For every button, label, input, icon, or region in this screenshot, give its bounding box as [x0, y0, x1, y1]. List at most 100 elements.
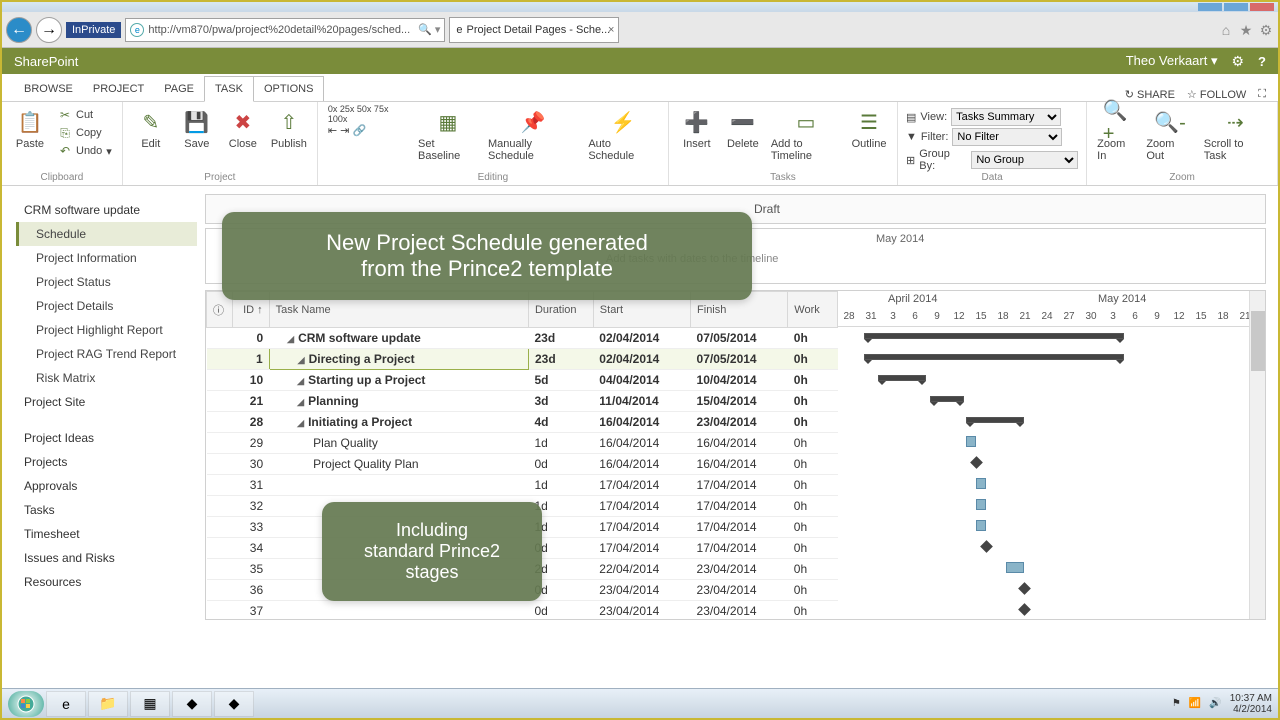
nav-highlight-report[interactable]: Project Highlight Report [16, 318, 197, 342]
taskbar-app2[interactable]: ◆ [172, 691, 212, 717]
tab-task[interactable]: TASK [204, 76, 254, 102]
gantt-day: 12 [1168, 311, 1190, 322]
tray-network-icon[interactable]: 📶 [1189, 698, 1201, 709]
copy-button[interactable]: ⎘Copy [56, 124, 114, 142]
tab-browse[interactable]: BROWSE [14, 77, 83, 101]
gantt-day: 12 [948, 311, 970, 322]
tray-sound-icon[interactable]: 🔊 [1209, 698, 1221, 709]
gantt-chart[interactable]: April 2014 May 2014 28313691215182124273… [838, 291, 1265, 619]
zoom-out-button[interactable]: 🔍-Zoom Out [1144, 106, 1195, 172]
nav-project-info[interactable]: Project Information [16, 246, 197, 270]
paste-button[interactable]: 📋Paste [10, 106, 50, 172]
maximize-button[interactable] [1224, 3, 1248, 11]
nav-timesheet[interactable]: Timesheet [16, 522, 197, 546]
nav-approvals[interactable]: Approvals [16, 474, 197, 498]
nav-schedule[interactable]: Schedule [16, 222, 197, 246]
gantt-day: 21 [1014, 311, 1036, 322]
table-row[interactable]: 28◢Initiating a Project4d16/04/201423/04… [207, 412, 838, 433]
save-button[interactable]: 💾Save [177, 106, 217, 172]
gantt-milestone [1018, 582, 1031, 595]
user-menu[interactable]: Theo Verkaart ▾ [1126, 53, 1218, 69]
baseline-button[interactable]: ▦Set Baseline [416, 106, 480, 172]
tab-project[interactable]: PROJECT [83, 77, 154, 101]
taskbar-app3[interactable]: ◆ [214, 691, 254, 717]
col-work[interactable]: Work [788, 292, 838, 328]
favorites-icon[interactable]: ★ [1238, 22, 1254, 38]
pct-buttons[interactable]: 0x 25x 50x 75x 100x [326, 106, 410, 122]
nav-project-ideas[interactable]: Project Ideas [16, 426, 197, 450]
undo-button[interactable]: ↶Undo ▾ [56, 142, 114, 160]
tools-icon[interactable]: ⚙ [1258, 22, 1274, 38]
nav-project-site[interactable]: Project Site [16, 390, 197, 414]
nav-risk-matrix[interactable]: Risk Matrix [16, 366, 197, 390]
start-button[interactable] [8, 691, 44, 717]
group-select[interactable]: No Group [971, 151, 1078, 169]
gantt-day: 27 [1058, 311, 1080, 322]
auto-button[interactable]: ⚡Auto Schedule [586, 106, 660, 172]
table-row[interactable]: 29Plan Quality1d16/04/201416/04/20140h [207, 433, 838, 454]
nav-rag-report[interactable]: Project RAG Trend Report [16, 342, 197, 366]
url-input[interactable]: e http://vm870/pwa/project%20detail%20pa… [125, 18, 445, 42]
table-row[interactable]: 311d17/04/201417/04/20140h [207, 475, 838, 496]
group-label: Zoom [1095, 172, 1269, 183]
view-select[interactable]: Tasks Summary [951, 108, 1061, 126]
settings-gear-icon[interactable]: ⚙ [1231, 53, 1244, 70]
gantt-milestone [970, 456, 983, 469]
tray-flag-icon[interactable]: ⚑ [1172, 698, 1181, 709]
sync-icon[interactable]: ↻ SHARE [1125, 88, 1175, 101]
delete-button[interactable]: ➖Delete [723, 106, 763, 172]
taskbar-explorer[interactable]: 📁 [88, 691, 128, 717]
suite-bar: SharePoint Theo Verkaart ▾ ⚙ ? [2, 48, 1278, 74]
taskbar-app[interactable]: ▦ [130, 691, 170, 717]
gantt-scrollbar[interactable] [1249, 291, 1265, 619]
gantt-day: 3 [1102, 311, 1124, 322]
table-row[interactable]: 21◢Planning3d11/04/201415/04/20140h [207, 391, 838, 412]
callout-banner: New Project Schedule generatedfrom the P… [222, 212, 752, 300]
insert-button[interactable]: ➕Insert [677, 106, 717, 172]
home-icon[interactable]: ⌂ [1218, 22, 1234, 38]
close-window-button[interactable] [1250, 3, 1274, 11]
browser-tab[interactable]: e Project Detail Pages - Sche... × [449, 17, 619, 43]
nav-issues-risks[interactable]: Issues and Risks [16, 546, 197, 570]
indent-buttons[interactable]: ⇤ ⇥ 🔗 [326, 122, 410, 138]
outline-button[interactable]: ☰Outline [849, 106, 889, 172]
nav-projects[interactable]: Projects [16, 450, 197, 474]
filter-select[interactable]: No Filter [952, 128, 1062, 146]
follow-star-icon[interactable]: ☆ FOLLOW [1187, 88, 1246, 101]
back-button[interactable]: ← [6, 17, 32, 43]
nav-resources[interactable]: Resources [16, 570, 197, 594]
tab-options[interactable]: OPTIONS [254, 76, 325, 101]
help-icon[interactable]: ? [1258, 54, 1266, 69]
tab-page[interactable]: PAGE [154, 77, 204, 101]
taskbar-ie[interactable]: e [46, 691, 86, 717]
table-row[interactable]: 370d23/04/201423/04/20140h [207, 601, 838, 620]
table-row[interactable]: 10◢Starting up a Project5d04/04/201410/0… [207, 370, 838, 391]
nav-project-status[interactable]: Project Status [16, 270, 197, 294]
scroll-task-button[interactable]: ⇢Scroll to Task [1202, 106, 1269, 172]
close-button[interactable]: ✖Close [223, 106, 263, 172]
search-dropdown-icon[interactable]: 🔍 ▾ [418, 23, 440, 36]
close-tab-icon[interactable]: × [608, 24, 614, 36]
nav-project-details[interactable]: Project Details [16, 294, 197, 318]
table-row[interactable]: 30Project Quality Plan0d16/04/201416/04/… [207, 454, 838, 475]
edit-button[interactable]: ✎Edit [131, 106, 171, 172]
minimize-button[interactable] [1198, 3, 1222, 11]
fullscreen-icon[interactable]: ⛶ [1258, 88, 1266, 101]
manual-button[interactable]: 📌Manually Schedule [486, 106, 580, 172]
table-row[interactable]: 1◢Directing a Project23d02/04/201407/05/… [207, 349, 838, 370]
gantt-month: April 2014 [888, 293, 938, 305]
forward-button[interactable]: → [36, 17, 62, 43]
gantt-day: 31 [860, 311, 882, 322]
publish-button[interactable]: ⇧Publish [269, 106, 309, 172]
cut-button[interactable]: ✂Cut [56, 106, 114, 124]
timeline-button[interactable]: ▭Add to Timeline [769, 106, 843, 172]
gantt-bar [976, 520, 986, 531]
nav-project-name[interactable]: CRM software update [16, 198, 197, 222]
tray-clock[interactable]: 10:37 AM4/2/2014 [1230, 693, 1272, 715]
gantt-day: 9 [926, 311, 948, 322]
zoom-in-button[interactable]: 🔍+Zoom In [1095, 106, 1138, 172]
nav-tasks[interactable]: Tasks [16, 498, 197, 522]
gantt-bar [864, 354, 1124, 360]
inprivate-badge: InPrivate [66, 22, 121, 38]
table-row[interactable]: 0◢CRM software update23d02/04/201407/05/… [207, 328, 838, 349]
